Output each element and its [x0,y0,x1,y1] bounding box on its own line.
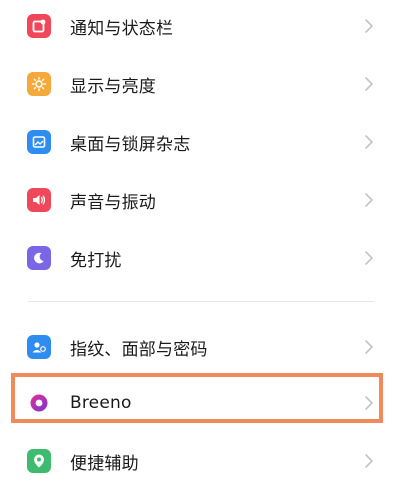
settings-item-label: 显示与亮度 [70,76,156,97]
settings-item-convenience[interactable]: 便捷辅助 [0,432,400,490]
settings-item-biometrics[interactable]: 指纹、面部与密码 [0,318,400,376]
settings-item-label: 便捷辅助 [70,453,139,474]
settings-item-display[interactable]: 显示与亮度 [0,55,400,113]
settings-item-sound[interactable]: 声音与振动 [0,171,400,229]
speaker-icon [27,188,51,212]
settings-item-label: 免打扰 [70,250,122,271]
chevron-right-icon [365,251,373,265]
chevron-right-icon [365,340,373,354]
settings-item-do-not-disturb[interactable]: 免打扰 [0,229,400,287]
settings-item-label: 通知与状态栏 [70,18,174,39]
chevron-right-icon [365,193,373,207]
brightness-icon [27,72,51,96]
settings-item-label: 指纹、面部与密码 [70,339,208,360]
chevron-right-icon [365,454,373,468]
chevron-right-icon [365,19,373,33]
settings-screen: 通知与状态栏 显示与亮度 桌面与锁屏杂志 声音与振动 免打扰 指纹、面部与密码 … [0,0,400,497]
settings-item-label: 声音与振动 [70,192,156,213]
chevron-right-icon [365,77,373,91]
notification-icon [27,14,51,38]
moon-icon [27,246,51,270]
chevron-right-icon [365,135,373,149]
highlight-box [11,373,383,423]
section-divider [28,301,374,302]
fingerprint-user-icon [27,335,51,359]
wallpaper-icon [27,130,51,154]
settings-item-wallpaper[interactable]: 桌面与锁屏杂志 [0,113,400,171]
settings-item-label: 桌面与锁屏杂志 [70,134,191,155]
assist-icon [27,449,51,473]
settings-item-notifications[interactable]: 通知与状态栏 [0,0,400,55]
